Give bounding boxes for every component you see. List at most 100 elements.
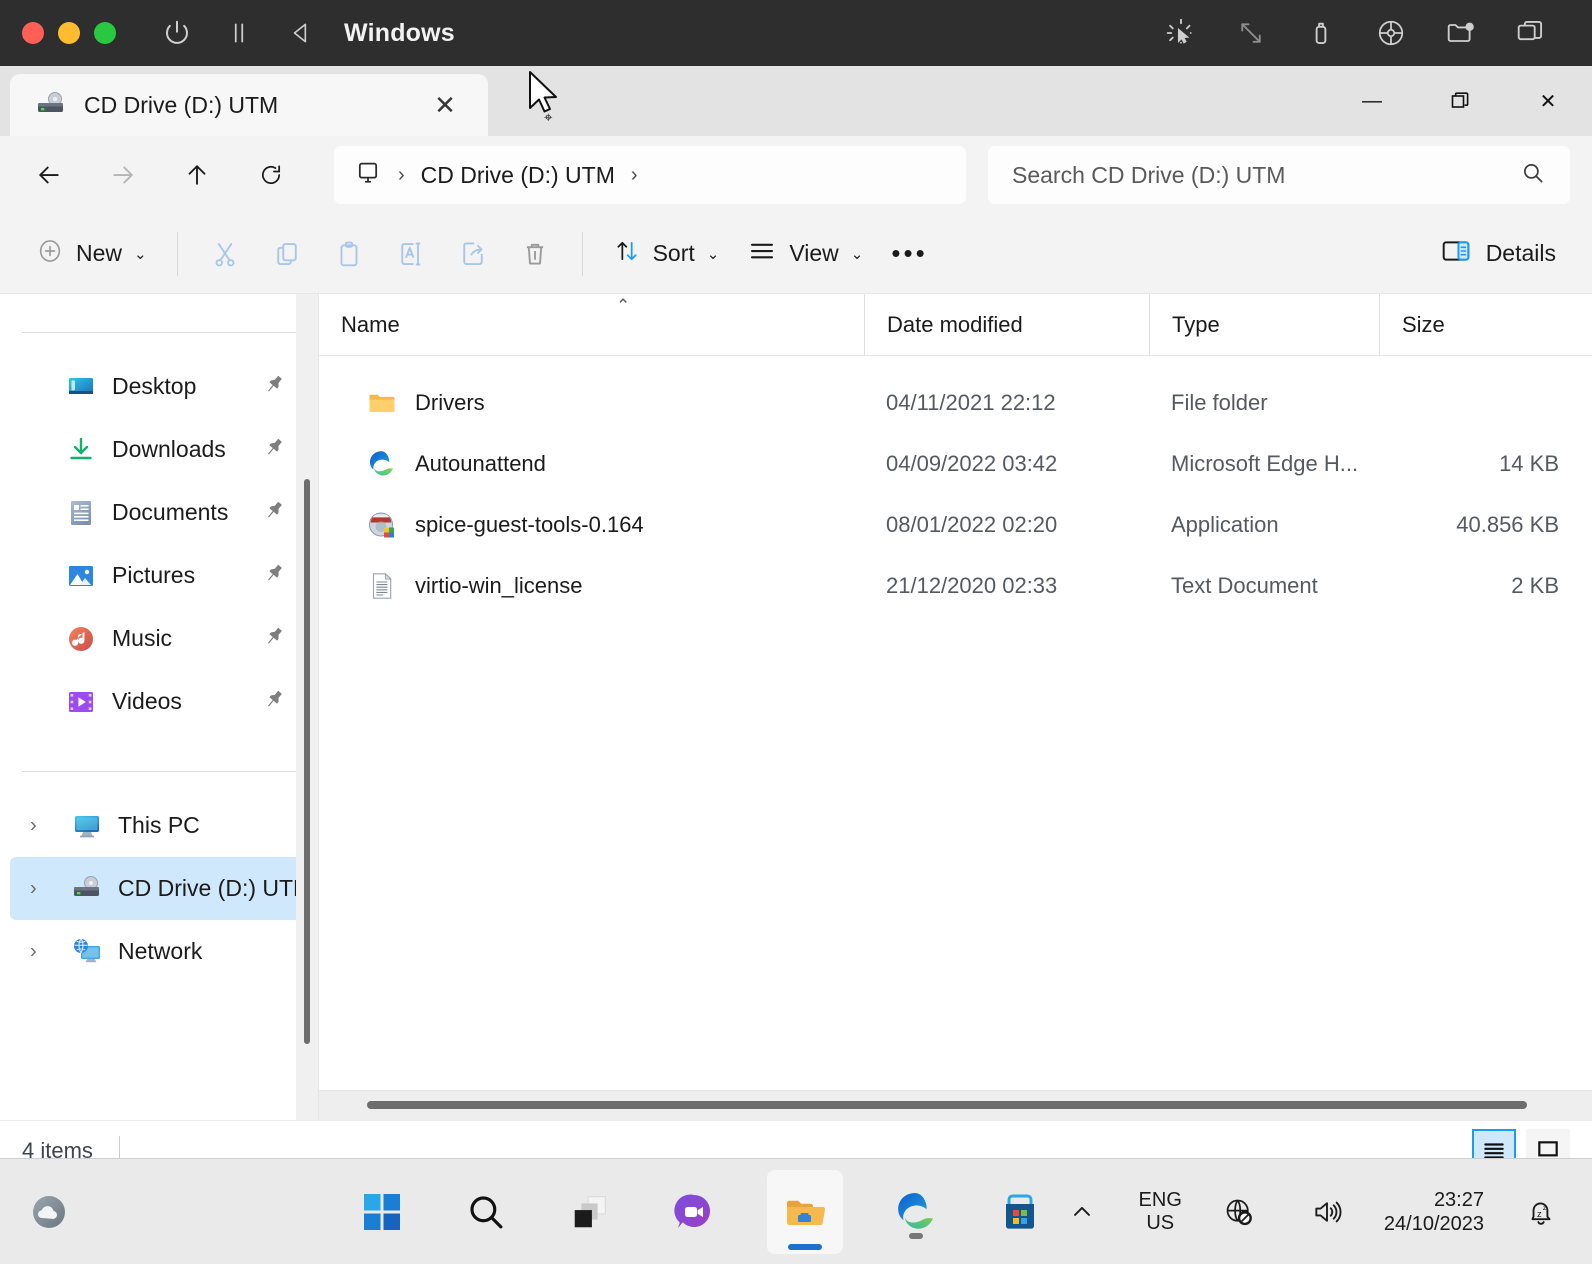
zoom-window-button[interactable] [94, 22, 116, 44]
paste-icon[interactable] [318, 226, 380, 282]
chevron-right-icon[interactable]: › [30, 877, 37, 900]
chevron-right-icon[interactable]: › [30, 940, 37, 963]
close-tab-button[interactable]: ✕ [428, 88, 462, 122]
view-button[interactable]: View ⌄ [733, 226, 877, 282]
sidebar-scrollbar[interactable] [296, 294, 318, 1120]
edge-button[interactable] [885, 1181, 947, 1243]
chevron-down-icon[interactable]: ⌄ [134, 245, 147, 263]
microsoft-store-button[interactable] [989, 1181, 1051, 1243]
file-name: spice-guest-tools-0.164 [415, 511, 644, 537]
table-row[interactable]: virtio-win_license 21/12/2020 02:33 Text… [319, 555, 1592, 616]
minimize-button[interactable]: — [1328, 66, 1416, 136]
pin-icon[interactable] [262, 372, 286, 401]
file-rows: Drivers 04/11/2021 22:12 File folder Aut… [319, 356, 1592, 1090]
pin-icon[interactable] [262, 561, 286, 590]
windows-stack-icon[interactable] [1496, 3, 1566, 63]
back-arrow-icon[interactable] [22, 148, 76, 202]
details-pane-icon [1440, 235, 1472, 272]
search-input[interactable]: Search CD Drive (D:) UTM [988, 146, 1570, 204]
new-button[interactable]: New ⌄ [22, 226, 161, 282]
back-triangle-icon[interactable] [270, 3, 332, 63]
file-name-cell: spice-guest-tools-0.164 [319, 510, 864, 540]
column-header-name[interactable]: Name ⌃ [319, 294, 864, 356]
close-button[interactable]: ✕ [1504, 66, 1592, 136]
sidebar-label: Documents [112, 499, 229, 525]
this-pc-icon[interactable] [354, 159, 382, 192]
column-header-size[interactable]: Size [1379, 293, 1579, 356]
delete-icon[interactable] [504, 226, 566, 282]
breadcrumb-separator-2[interactable]: › [631, 164, 638, 187]
weather-cloud-icon[interactable] [18, 1181, 80, 1243]
sidebar-item-documents[interactable]: Documents [10, 481, 308, 544]
language-indicator[interactable]: ENG US [1139, 1189, 1182, 1235]
minimize-window-button[interactable] [58, 22, 80, 44]
sidebar-scrollbar-thumb[interactable] [304, 479, 310, 1044]
table-row[interactable]: Autounattend 04/09/2022 03:42 Microsoft … [319, 433, 1592, 494]
horizontal-scrollbar-thumb[interactable] [367, 1101, 1527, 1109]
file-date-cell: 04/09/2022 03:42 [886, 450, 1058, 476]
up-arrow-icon[interactable] [170, 148, 224, 202]
column-header-type[interactable]: Type [1149, 293, 1379, 356]
table-row[interactable]: Drivers 04/11/2021 22:12 File folder [319, 372, 1592, 433]
sort-button[interactable]: Sort ⌄ [599, 226, 734, 282]
disc-icon[interactable] [1356, 3, 1426, 63]
sidebar-item-desktop[interactable]: Desktop [10, 355, 308, 418]
column-header-date-modified[interactable]: Date modified [864, 293, 1149, 356]
view-button-label: View [789, 240, 839, 266]
chevron-down-icon[interactable]: ⌄ [707, 245, 720, 263]
file-size-cell: 40.856 KB [1456, 511, 1559, 537]
sidebar-item-pictures[interactable]: Pictures [10, 544, 308, 607]
cursor-capture-icon[interactable] [1146, 3, 1216, 63]
file-explorer-button[interactable] [766, 1169, 843, 1254]
task-view-button[interactable] [559, 1181, 621, 1243]
notifications-silent-icon[interactable]: z z [1510, 1181, 1572, 1243]
sidebar-item-network[interactable]: › Network [10, 920, 308, 983]
refresh-icon[interactable] [244, 148, 298, 202]
sidebar-item-videos[interactable]: Videos [10, 670, 308, 733]
copy-icon[interactable] [256, 226, 318, 282]
table-row[interactable]: spice-guest-tools-0.164 08/01/2022 02:20… [319, 494, 1592, 555]
search-taskbar-button[interactable] [455, 1181, 517, 1243]
sidebar-item-downloads[interactable]: Downloads [10, 418, 308, 481]
chevron-right-icon[interactable]: › [30, 814, 37, 837]
pin-icon[interactable] [262, 687, 286, 716]
resize-arrows-icon[interactable] [1216, 3, 1286, 63]
clock[interactable]: 23:27 24/10/2023 [1384, 1188, 1484, 1236]
rename-icon[interactable] [380, 226, 442, 282]
window-controls: — ✕ [1328, 66, 1592, 136]
pin-icon[interactable] [262, 624, 286, 653]
power-icon[interactable] [146, 3, 208, 63]
sidebar-label: This PC [118, 812, 200, 838]
sidebar-divider-top [22, 332, 296, 333]
chevron-down-icon[interactable]: ⌄ [851, 245, 864, 263]
sidebar-item-this-pc[interactable]: › This PC [10, 794, 308, 857]
utm-toolbar-right [1146, 3, 1592, 63]
close-window-button[interactable] [22, 22, 44, 44]
cut-icon[interactable] [194, 226, 256, 282]
breadcrumb[interactable]: › CD Drive (D:) UTM › [334, 146, 966, 204]
network-disconnected-icon[interactable] [1208, 1181, 1270, 1243]
share-icon[interactable] [442, 226, 504, 282]
shared-folder-icon[interactable] [1426, 3, 1496, 63]
tab-strip: CD Drive (D:) UTM ✕ — ✕ [0, 66, 1592, 136]
volume-icon[interactable] [1296, 1181, 1358, 1243]
sidebar-label: Network [118, 938, 203, 964]
maximize-button[interactable] [1416, 66, 1504, 136]
search-icon[interactable] [1520, 160, 1546, 191]
start-button[interactable] [351, 1181, 413, 1243]
breadcrumb-item-cd-drive[interactable]: CD Drive (D:) UTM [421, 162, 615, 189]
horizontal-scrollbar[interactable] [319, 1090, 1592, 1120]
sidebar-item-cd-drive[interactable]: › CD Drive (D:) UTM [10, 857, 312, 920]
tab-cd-drive[interactable]: CD Drive (D:) UTM ✕ [10, 74, 488, 136]
chat-button[interactable] [663, 1181, 725, 1243]
sidebar-item-music[interactable]: Music [10, 607, 308, 670]
usb-icon[interactable] [1286, 3, 1356, 63]
more-options-button[interactable]: ••• [877, 226, 941, 282]
pin-icon[interactable] [262, 435, 286, 464]
pin-icon[interactable] [262, 498, 286, 527]
details-pane-button[interactable]: Details [1426, 226, 1570, 282]
edge-icon [367, 449, 397, 479]
toolbar-divider-2 [581, 231, 583, 276]
pause-icon[interactable] [208, 3, 270, 63]
tray-overflow-button[interactable] [1051, 1181, 1113, 1243]
